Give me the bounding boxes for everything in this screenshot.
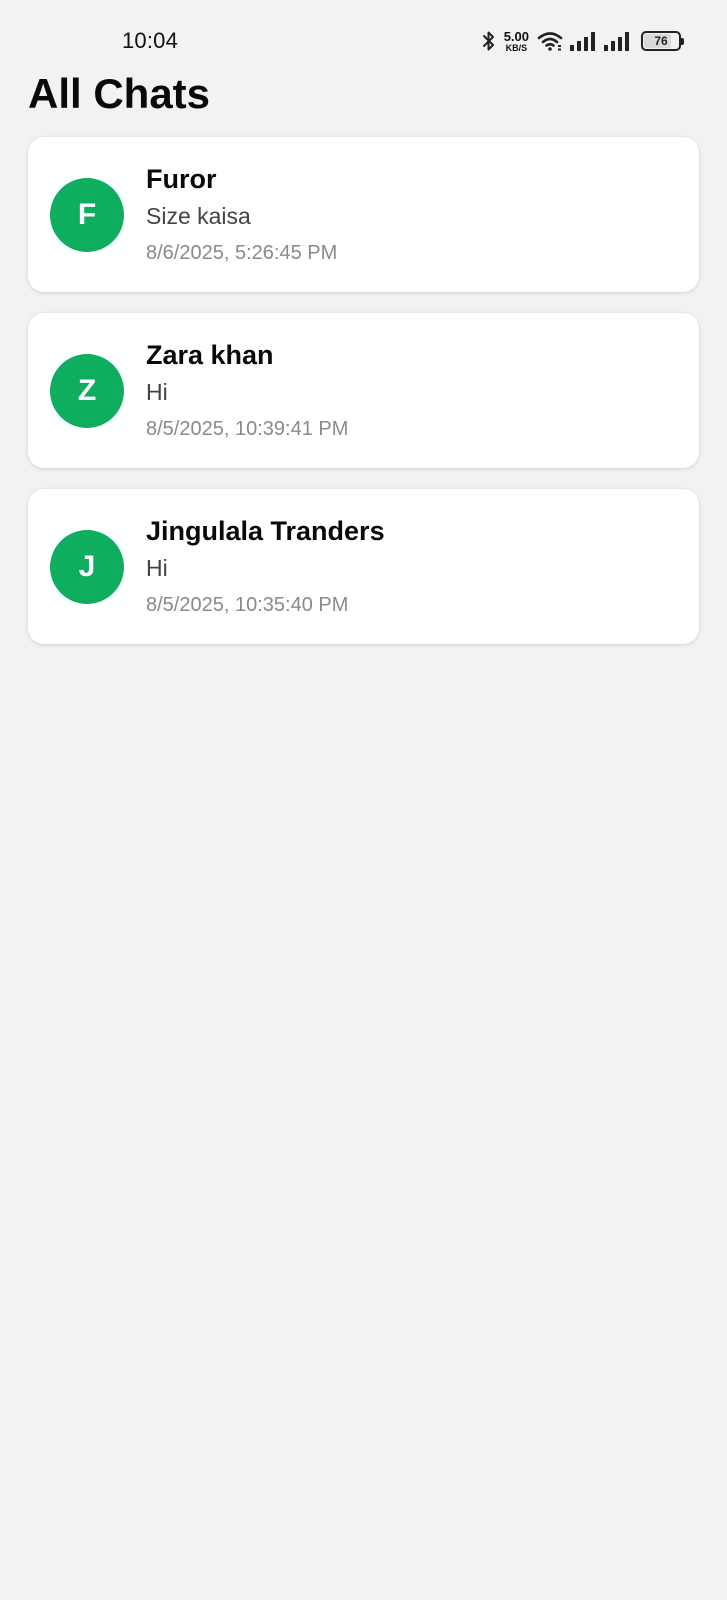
chat-last-message: Hi xyxy=(146,379,168,406)
chat-name: Zara khan xyxy=(146,340,274,370)
chat-text: Jingulala Tranders Hi 8/5/2025, 10:35:40… xyxy=(146,515,679,617)
chat-timestamp: 8/5/2025, 10:39:41 PM xyxy=(146,417,349,440)
avatar: Z xyxy=(50,354,124,428)
chat-last-message: Size kaisa xyxy=(146,203,251,230)
avatar: F xyxy=(50,178,124,252)
status-bar: 10:04 5.00 KB/S 76 xyxy=(0,0,727,70)
chat-item[interactable]: J Jingulala Tranders Hi 8/5/2025, 10:35:… xyxy=(28,489,699,644)
status-icons: 5.00 KB/S 76 xyxy=(482,28,684,54)
status-time: 10:04 xyxy=(122,28,179,53)
chat-name: Jingulala Tranders xyxy=(146,516,385,546)
net-speed-value: 5.00 xyxy=(503,28,529,44)
avatar: J xyxy=(50,530,124,604)
chat-name: Furor xyxy=(146,164,217,194)
chat-timestamp: 8/6/2025, 5:26:45 PM xyxy=(146,241,338,264)
chat-text: Zara khan Hi 8/5/2025, 10:39:41 PM xyxy=(146,339,679,441)
signal-icon xyxy=(603,31,631,51)
chat-item[interactable]: F Furor Size kaisa 8/6/2025, 5:26:45 PM xyxy=(28,137,699,292)
net-speed: 5.00 KB/S xyxy=(504,30,529,53)
battery-level: 76 xyxy=(654,34,668,48)
wifi-icon xyxy=(537,30,563,52)
signal-icon xyxy=(569,31,597,51)
chat-list: F Furor Size kaisa 8/6/2025, 5:26:45 PM … xyxy=(28,137,699,665)
battery-icon: 76 xyxy=(641,31,684,51)
chat-last-message: Hi xyxy=(146,555,168,582)
page-title: All Chats xyxy=(28,70,211,117)
net-speed-unit: KB/S xyxy=(505,42,528,53)
chat-timestamp: 8/5/2025, 10:35:40 PM xyxy=(146,593,349,616)
chat-text: Furor Size kaisa 8/6/2025, 5:26:45 PM xyxy=(146,163,679,265)
bluetooth-icon xyxy=(482,30,496,52)
chat-item[interactable]: Z Zara khan Hi 8/5/2025, 10:39:41 PM xyxy=(28,313,699,468)
